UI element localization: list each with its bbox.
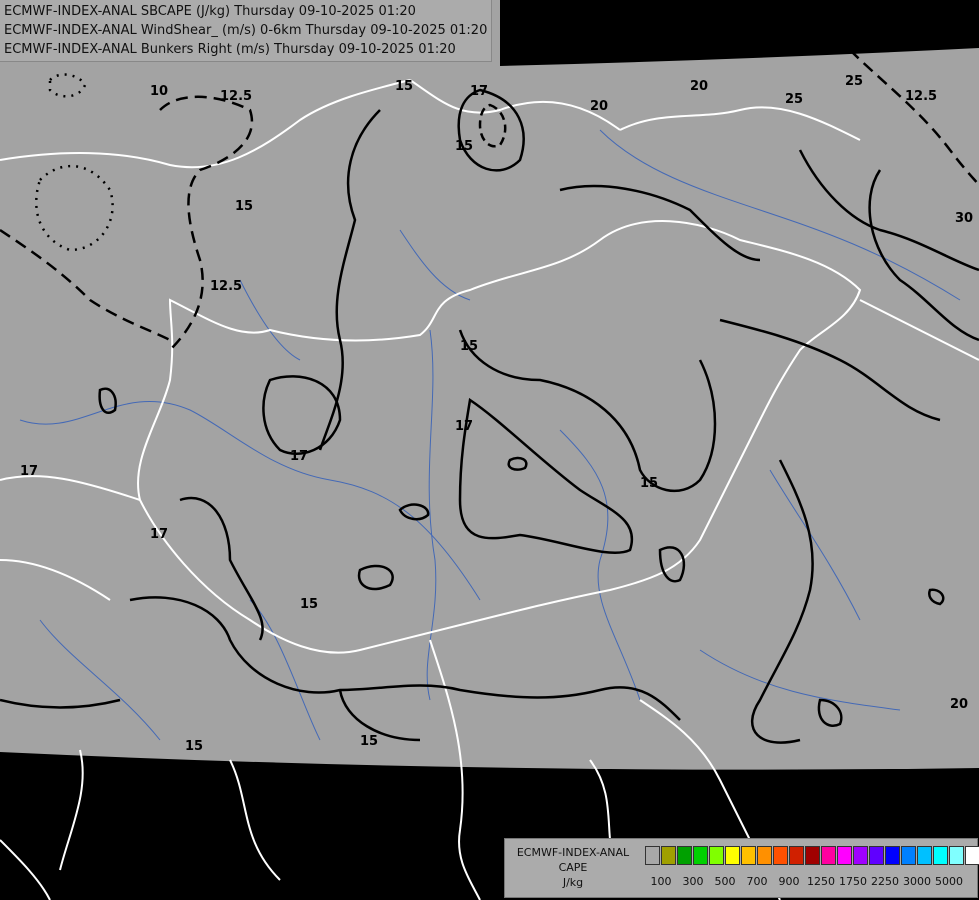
contour-label: 15 xyxy=(185,739,203,754)
contour-label: 15 xyxy=(395,79,413,94)
legend-tick: 100 xyxy=(650,875,672,888)
legend-swatch xyxy=(901,846,916,865)
legend-swatch xyxy=(773,846,788,865)
legend-swatch xyxy=(917,846,932,865)
contour-label: 12.5 xyxy=(905,89,937,104)
legend-tick: 3000 xyxy=(903,875,931,888)
legend-swatch xyxy=(693,846,708,865)
contour-label: 12.5 xyxy=(220,89,252,104)
legend-swatch xyxy=(757,846,772,865)
title-line-windshear: ECMWF-INDEX-ANAL WindShear_ (m/s) 0-6km … xyxy=(4,23,488,38)
map-titles: ECMWF-INDEX-ANAL SBCAPE (J/kg) Thursday … xyxy=(0,0,493,62)
legend-tick: 700 xyxy=(746,875,768,888)
legend-swatch xyxy=(885,846,900,865)
contour-label: 25 xyxy=(845,74,863,89)
legend-swatch xyxy=(965,846,979,865)
contour-label: 15 xyxy=(640,476,658,491)
contour-label: 17 xyxy=(20,464,38,479)
cape-legend: ECMWF-INDEX-ANAL CAPE J/kg 100 300 500 700 9… xyxy=(504,838,979,898)
legend-tick: 500 xyxy=(714,875,736,888)
contour-label: 25 xyxy=(785,92,803,107)
contour-label: 17 xyxy=(455,419,473,434)
contour-label: 20 xyxy=(690,79,708,94)
contour-label: 17 xyxy=(290,449,308,464)
legend-tick-labels: 100 300 500 700 900 1250 1750 2250 3000 5000 xyxy=(645,875,975,889)
legend-swatch xyxy=(725,846,740,865)
legend-swatch xyxy=(933,846,948,865)
legend-swatch xyxy=(677,846,692,865)
legend-swatch xyxy=(661,846,676,865)
legend-color-bar xyxy=(645,846,979,865)
contour-label: 17 xyxy=(470,84,488,99)
legend-swatch xyxy=(853,846,868,865)
legend-field: CAPE xyxy=(558,861,588,874)
contour-label: 15 xyxy=(300,597,318,612)
legend-source: ECMWF-INDEX-ANAL xyxy=(516,846,630,859)
contour-label: 17 xyxy=(150,527,168,542)
legend-swatch xyxy=(709,846,724,865)
model-domain xyxy=(0,0,979,770)
contour-label: 20 xyxy=(950,697,968,712)
contour-label: 12.5 xyxy=(210,279,242,294)
contour-label: 15 xyxy=(455,139,473,154)
contour-label: 20 xyxy=(590,99,608,114)
legend-swatch xyxy=(645,846,660,865)
title-line-bunkers: ECMWF-INDEX-ANAL Bunkers Right (m/s) Thu… xyxy=(4,42,456,57)
legend-tick: 1750 xyxy=(839,875,867,888)
contour-label: 15 xyxy=(460,339,478,354)
legend-swatch xyxy=(805,846,820,865)
title-line-sbcape: ECMWF-INDEX-ANAL SBCAPE (J/kg) Thursday … xyxy=(4,4,416,19)
legend-swatch xyxy=(949,846,964,865)
weather-map: 10 12.5 12.5 15 15 15 15 15 15 15 17 17 … xyxy=(0,0,979,900)
legend-swatch xyxy=(837,846,852,865)
legend-tick: 1250 xyxy=(807,875,835,888)
legend-swatch xyxy=(741,846,756,865)
contour-label: 10 xyxy=(150,84,168,99)
contour-label: 30 xyxy=(955,211,973,226)
legend-label: ECMWF-INDEX-ANAL CAPE J/kg xyxy=(509,845,637,890)
legend-swatch xyxy=(821,846,836,865)
legend-tick: 300 xyxy=(682,875,704,888)
legend-tick: 900 xyxy=(778,875,800,888)
legend-swatch xyxy=(869,846,884,865)
contour-label: 15 xyxy=(235,199,253,214)
legend-swatch xyxy=(789,846,804,865)
legend-unit: J/kg xyxy=(562,876,584,889)
legend-tick: 5000 xyxy=(935,875,963,888)
legend-tick: 2250 xyxy=(871,875,899,888)
contour-label: 15 xyxy=(360,734,378,749)
